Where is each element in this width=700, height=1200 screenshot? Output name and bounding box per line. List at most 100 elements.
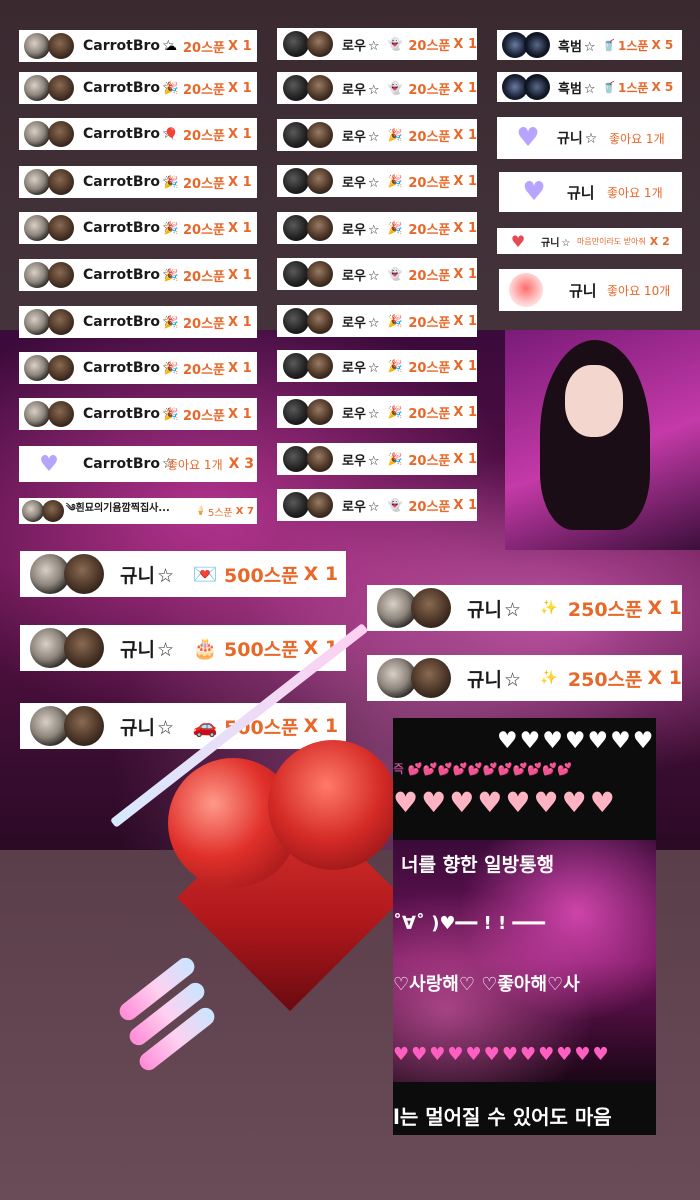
avatar bbox=[30, 706, 104, 746]
multiplier: X 1 bbox=[228, 126, 252, 142]
ghost-icon: 👻 bbox=[387, 267, 403, 281]
star-icon: ☆ bbox=[367, 268, 380, 284]
multiplier: X 1 bbox=[453, 266, 477, 282]
confetti-icon: 🎉 bbox=[387, 314, 403, 328]
love-letter-icon: 💌 bbox=[192, 562, 218, 586]
like-count: 좋아요 1개 bbox=[167, 457, 223, 472]
star-icon: ☆ bbox=[367, 38, 380, 54]
avatar bbox=[283, 75, 333, 101]
star-icon: ☆ bbox=[367, 453, 380, 469]
love-line: ♡사랑해♡ ♡좋아해♡사 bbox=[393, 974, 580, 995]
message-card-gyuni: ♥ 규니 ☆ 마음만이라도 받아줘 X 2 bbox=[497, 228, 682, 254]
avatar bbox=[283, 492, 333, 518]
cake-icon: 🎂 bbox=[192, 636, 218, 660]
white-hearts-row: ♥♥♥♥♥♥♥ bbox=[497, 728, 656, 754]
donor-name: 로우 bbox=[342, 360, 366, 376]
multiplier: X 1 bbox=[453, 173, 477, 189]
donor-name: 로우 bbox=[342, 222, 366, 238]
spoon-amount: 20스푼 bbox=[183, 176, 226, 192]
ghost-icon: 👻 bbox=[387, 498, 403, 512]
donor-name: ༄흰묘의기욤깜찍집사... bbox=[66, 503, 170, 514]
multiplier: X 1 bbox=[453, 36, 477, 52]
multiplier: X 1 bbox=[453, 497, 477, 513]
donor-name: 로우 bbox=[342, 268, 366, 284]
star-icon: ☆ bbox=[561, 237, 571, 249]
avatar bbox=[502, 74, 550, 100]
donation-card-long-name: ༄흰묘의기욤깜찍집사... 🍦 5스푼 X 7 bbox=[19, 498, 257, 524]
like-card-gyuni: 규니 좋아요 10개 bbox=[499, 269, 682, 311]
confetti-icon: 🎉 bbox=[387, 405, 403, 419]
heart-bouquet-icon bbox=[509, 273, 543, 307]
donation-card-heukbeom: 흑범 ☆ 🥤 1스푼 X 5 bbox=[497, 72, 682, 102]
star-icon: ☆ bbox=[367, 175, 380, 191]
avatar bbox=[30, 554, 104, 594]
star-icon: ☆ bbox=[367, 360, 380, 376]
donor-name: 로우 bbox=[342, 38, 366, 54]
donor-name: 규니 bbox=[541, 237, 560, 249]
star-icon: ☆ bbox=[503, 668, 522, 691]
donation-card-rowoo: 로우 ☆ 👻 20스푼 X 1 bbox=[277, 489, 477, 521]
donor-name: CarrotBro bbox=[83, 456, 161, 472]
donor-name: 흑범 bbox=[558, 81, 582, 97]
donation-card-carrotbro: CarrotBro ☆ ☁ 20스푼 X 1 bbox=[19, 30, 257, 62]
spoon-amount: 20스푼 bbox=[183, 316, 226, 332]
confetti-icon: 🎉 bbox=[163, 315, 179, 329]
lyric-line: 너를 향한 일방통행 bbox=[401, 854, 555, 876]
multiplier: X 5 bbox=[651, 38, 674, 52]
like-card-carrotbro: ♥ CarrotBro ☆ 좋아요 1개 X 3 bbox=[19, 446, 257, 482]
donation-card-rowoo: 로우 ☆ 🎉 20스푼 X 1 bbox=[277, 119, 477, 151]
donation-card-gyuni-500: 규니 ☆ 💌 500스푼 X 1 bbox=[20, 551, 346, 597]
avatar bbox=[283, 215, 333, 241]
confetti-icon: 🎉 bbox=[387, 128, 403, 142]
confetti-icon: 🎉 bbox=[163, 81, 179, 95]
donor-name: CarrotBro bbox=[83, 267, 161, 283]
star-icon: ☆ bbox=[583, 81, 596, 97]
multiplier: X 1 bbox=[228, 267, 252, 283]
star-icon: ☆ bbox=[156, 564, 175, 587]
multiplier: X 1 bbox=[453, 358, 477, 374]
spoon-amount: 20스푼 bbox=[408, 315, 451, 331]
drink-icon: 🥤 bbox=[602, 80, 616, 94]
multiplier: X 1 bbox=[453, 404, 477, 420]
spoon-amount: 1스푼 bbox=[618, 38, 649, 53]
confetti-icon: 🎉 bbox=[387, 174, 403, 188]
multiplier: X 1 bbox=[228, 174, 252, 190]
multiplier: X 3 bbox=[228, 456, 255, 472]
star-icon: ☆ bbox=[156, 638, 175, 661]
spoon-amount: 20스푼 bbox=[408, 129, 451, 145]
avatar bbox=[283, 261, 333, 287]
like-card-gyuni: ♥ 규니 ☆ 좋아요 1개 bbox=[497, 117, 682, 159]
spoon-amount: 20스푼 bbox=[183, 362, 226, 378]
donor-name: 로우 bbox=[342, 453, 366, 469]
star-icon: ☆ bbox=[367, 406, 380, 422]
avatar bbox=[24, 309, 74, 335]
confetti-icon: 🎉 bbox=[163, 221, 179, 235]
spoon-amount: 20스푼 bbox=[408, 268, 451, 284]
avatar bbox=[24, 33, 74, 59]
donor-name: 로우 bbox=[342, 406, 366, 422]
multiplier: X 1 bbox=[453, 127, 477, 143]
avatar bbox=[377, 588, 451, 628]
purple-heart-icon: ♥ bbox=[516, 123, 540, 153]
avatar bbox=[24, 169, 74, 195]
confetti-icon: 🎉 bbox=[163, 407, 179, 421]
donor-name: 규니 bbox=[569, 281, 597, 300]
donation-card-carrotbro: CarrotBro ☆ 🎉 20스푼 X 1 bbox=[19, 72, 257, 104]
hearts-line: ♥♥♥♥♥♥♥♥♥♥♥♥ bbox=[393, 1044, 611, 1065]
multiplier: X 1 bbox=[303, 563, 339, 585]
donation-card-carrotbro: CarrotBro ☆ 🎉 20스푼 X 1 bbox=[19, 352, 257, 384]
avatar bbox=[283, 308, 333, 334]
donation-card-carrotbro: CarrotBro ☆ 🎉 20스푼 X 1 bbox=[19, 166, 257, 198]
pink-hearts-row: ♥♥♥♥♥♥♥♥ bbox=[393, 786, 618, 819]
donation-card-rowoo: 로우 ☆ 🎉 20스푼 X 1 bbox=[277, 350, 477, 382]
multiplier: X 1 bbox=[228, 360, 252, 376]
confetti-icon: 🎉 bbox=[387, 221, 403, 235]
spoon-amount: 20스푼 bbox=[183, 82, 226, 98]
purple-heart-icon: ♥ bbox=[522, 177, 546, 207]
multiplier: X 2 bbox=[649, 234, 670, 248]
star-icon: ☆ bbox=[583, 39, 596, 55]
avatar bbox=[24, 75, 74, 101]
bottom-lyric-line: l는 멀어질 수 있어도 마음 bbox=[393, 1105, 612, 1129]
sparkle-icon: ✨ bbox=[540, 600, 558, 616]
donation-card-carrotbro: CarrotBro ☆ 🎉 20스푼 X 1 bbox=[19, 398, 257, 430]
